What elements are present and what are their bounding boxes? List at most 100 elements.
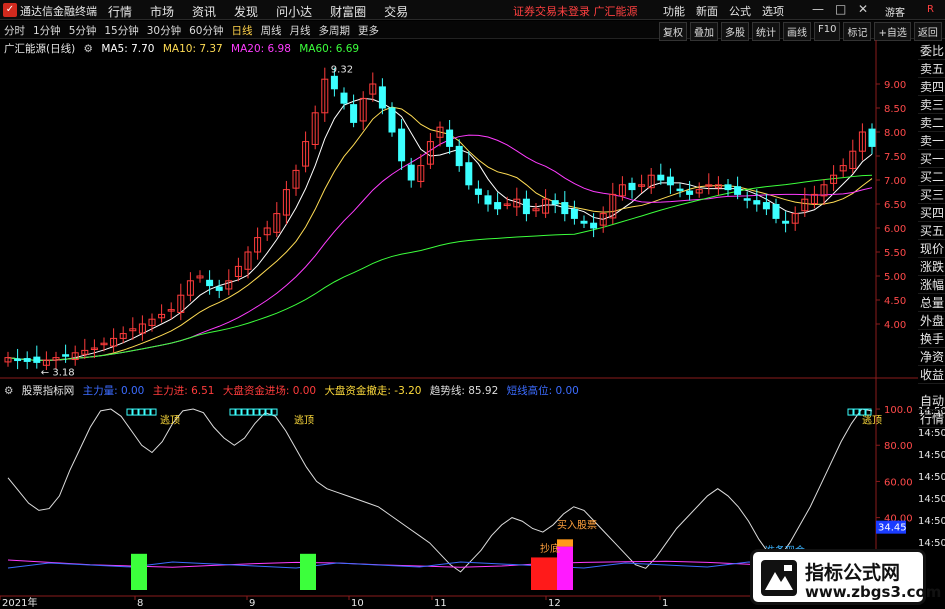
candle-body — [330, 75, 338, 90]
candle-body — [686, 190, 694, 195]
right-time-label: 14:50 — [918, 450, 945, 461]
stock-terminal-window: ✓ 通达信金融终端 行情 市场 资讯 发现 问小达 财富圈 交易 证券交易未登录… — [0, 0, 945, 609]
annotation-escape: 逃顶 — [160, 414, 180, 427]
market-inflow-label: 大盘资金进场: 0.00 — [222, 385, 317, 397]
indicator-tick-label: 100.0 — [884, 405, 913, 416]
candle-body — [398, 128, 406, 162]
side-tab-6[interactable]: 买一 — [918, 150, 945, 168]
ma-line-60 — [7, 174, 873, 361]
indicator-tick-label: 80.00 — [884, 441, 913, 452]
side-tab-9[interactable]: 买四 — [918, 204, 945, 222]
side-tab-11[interactable]: 现价 — [918, 240, 945, 258]
date-tick-label: 1 — [662, 598, 668, 609]
candle-body — [522, 198, 530, 215]
candle-body — [350, 104, 358, 123]
candle-body — [206, 279, 214, 287]
side-tab-5[interactable]: 卖一 — [918, 132, 945, 150]
candle-body — [455, 145, 463, 167]
side-tab-12[interactable]: 涨跌 — [918, 258, 945, 276]
candle-body — [62, 354, 70, 357]
side-tab-8[interactable]: 买三 — [918, 186, 945, 204]
main-volume-label: 主力量: 0.00 — [82, 385, 145, 397]
candle-body — [407, 164, 415, 181]
side-tab-18[interactable]: 收益 — [918, 366, 945, 384]
candle-body — [743, 198, 751, 201]
candle-body — [676, 188, 684, 192]
side-tab-4[interactable]: 卖二 — [918, 114, 945, 132]
annotation-escape: 逃顶 — [294, 414, 314, 427]
side-tab-3[interactable]: 卖三 — [918, 96, 945, 114]
side-tab-13[interactable]: 涨幅 — [918, 276, 945, 294]
right-time-label: 14:50 — [918, 472, 945, 483]
price-tick-label: 9.00 — [884, 80, 906, 91]
candle-body — [378, 86, 386, 109]
top-marker — [847, 408, 854, 416]
candle-body — [666, 176, 674, 186]
side-tab-0[interactable]: 委比 — [918, 42, 945, 60]
top-marker — [138, 408, 145, 416]
candle-body — [551, 200, 559, 205]
watermark-url: www.zbgs3.com — [805, 583, 942, 601]
candle-body — [33, 356, 41, 363]
candle-body — [753, 200, 761, 205]
top-marker — [126, 408, 133, 416]
side-tab-2[interactable]: 卖四 — [918, 78, 945, 96]
candle-body — [388, 107, 396, 133]
side-tab-14[interactable]: 总量 — [918, 294, 945, 312]
candle-body — [772, 203, 780, 219]
price-tick-label: 5.00 — [884, 272, 906, 283]
top-marker — [150, 408, 157, 416]
trend-line-label: 趋势线: 85.92 — [429, 385, 499, 397]
price-tick-label: 6.50 — [884, 200, 906, 211]
candle-body — [580, 220, 588, 224]
candle-body — [340, 92, 348, 104]
price-tick-label: 7.00 — [884, 176, 906, 187]
candle-body — [446, 129, 454, 147]
candle-body — [23, 358, 31, 362]
indicator-info: ⚙ 股票指标网 主力量: 0.00 主力进: 6.51 大盘资金进场: 0.00… — [4, 383, 584, 398]
date-tick-label: 12 — [548, 598, 561, 609]
right-time-label: 14:50 — [918, 516, 945, 527]
candle-body — [570, 208, 578, 219]
indicator-settings-icon[interactable]: ⚙ — [4, 385, 13, 397]
side-tab-15[interactable]: 外盘 — [918, 312, 945, 330]
indicator-name[interactable]: 股票指标网 — [22, 385, 75, 397]
annotation-buy_tag: 抄底 — [540, 542, 560, 555]
candle-body — [628, 182, 636, 191]
date-tick-label: 11 — [434, 598, 447, 609]
candle-body — [734, 186, 742, 195]
side-tab-10[interactable]: 买五 — [918, 222, 945, 240]
date-tick-label: 8 — [137, 598, 143, 609]
watermark-icon — [761, 560, 797, 596]
side-tab-16[interactable]: 换手 — [918, 330, 945, 348]
right-time-label: 14:50 — [918, 538, 945, 549]
side-tab-lower-1[interactable]: 行情 — [918, 410, 945, 428]
date-tick-label: 9 — [249, 598, 255, 609]
price-tick-label: 4.50 — [884, 296, 906, 307]
signal-bar — [300, 553, 316, 590]
top-marker — [235, 408, 242, 416]
candle-body — [484, 195, 492, 205]
candle-body — [561, 202, 569, 215]
side-tab-1[interactable]: 卖五 — [918, 60, 945, 78]
date-tick-label: 10 — [351, 598, 364, 609]
ma-line-20 — [7, 134, 873, 361]
top-marker — [271, 408, 278, 416]
buy-bar-red — [531, 557, 557, 590]
candle-body — [782, 220, 790, 224]
side-tab-7[interactable]: 买二 — [918, 168, 945, 186]
date-tick-label: 2021年 — [2, 596, 37, 609]
side-tab-lower-0[interactable]: 自动 — [918, 392, 945, 410]
price-tick-label: 8.00 — [884, 128, 906, 139]
current-value-label: 34.45 — [878, 523, 907, 534]
kline-chart[interactable]: 9.00 8.50 8.00 7.50 7.00 6.50 6.00 5.50 5.00 4.50… — [0, 0, 945, 609]
candle-body — [657, 174, 665, 181]
price-tick-label: 6.00 — [884, 224, 906, 235]
signal-bar — [131, 553, 147, 590]
candle-body — [762, 202, 770, 210]
right-time-label: 14:50 — [918, 494, 945, 505]
right-time-label: 14:50 — [918, 428, 945, 439]
top-marker — [253, 408, 260, 416]
annotation-escape: 逃顶 — [862, 414, 882, 427]
side-tab-17[interactable]: 净资 — [918, 348, 945, 366]
